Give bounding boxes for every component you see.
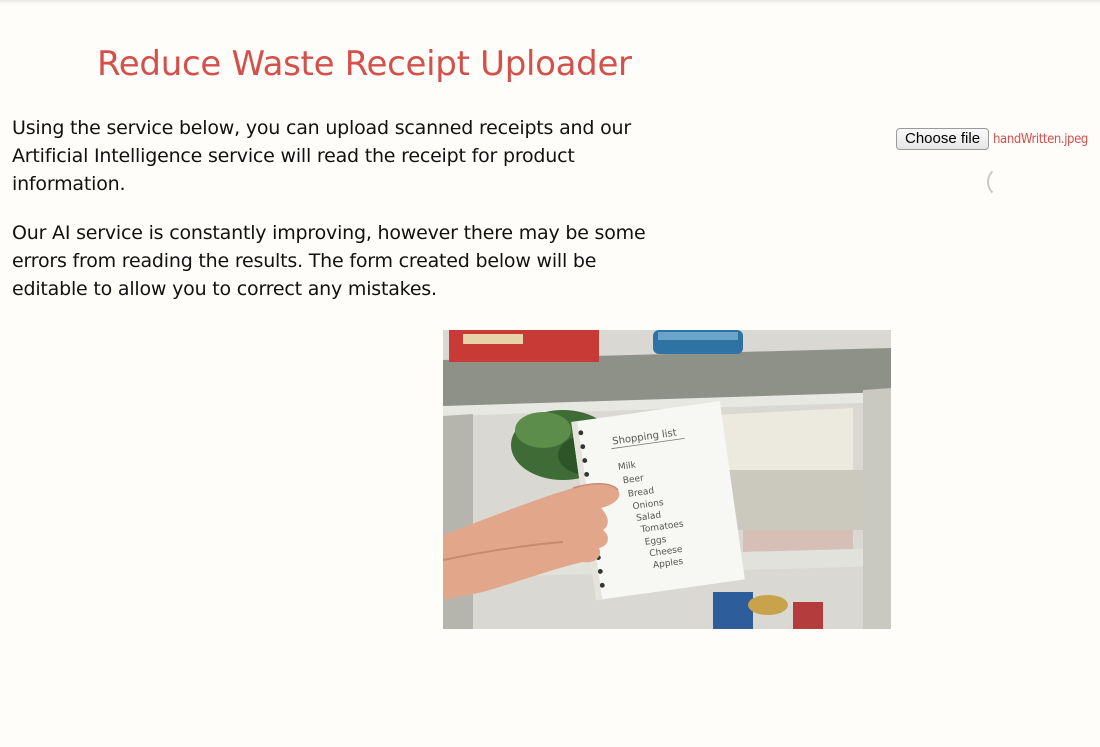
file-upload: Choose file handWritten.jpeg xyxy=(896,128,1088,150)
choose-file-button[interactable]: Choose file xyxy=(896,128,990,150)
top-shadow xyxy=(0,0,1100,4)
intro-paragraph: Our AI service is constantly improving, … xyxy=(12,222,646,300)
selected-file-name: handWritten.jpeg xyxy=(993,131,1088,147)
page-title: Reduce Waste Receipt Uploader xyxy=(97,44,632,84)
receipt-preview-image: Shopping list Milk Beer Bread Onions Sal… xyxy=(443,330,891,629)
loading-spinner xyxy=(987,166,1019,198)
intro-paragraph: Using the service below, you can upload … xyxy=(12,117,631,195)
intro-text: Using the service below, you can upload … xyxy=(12,114,652,324)
